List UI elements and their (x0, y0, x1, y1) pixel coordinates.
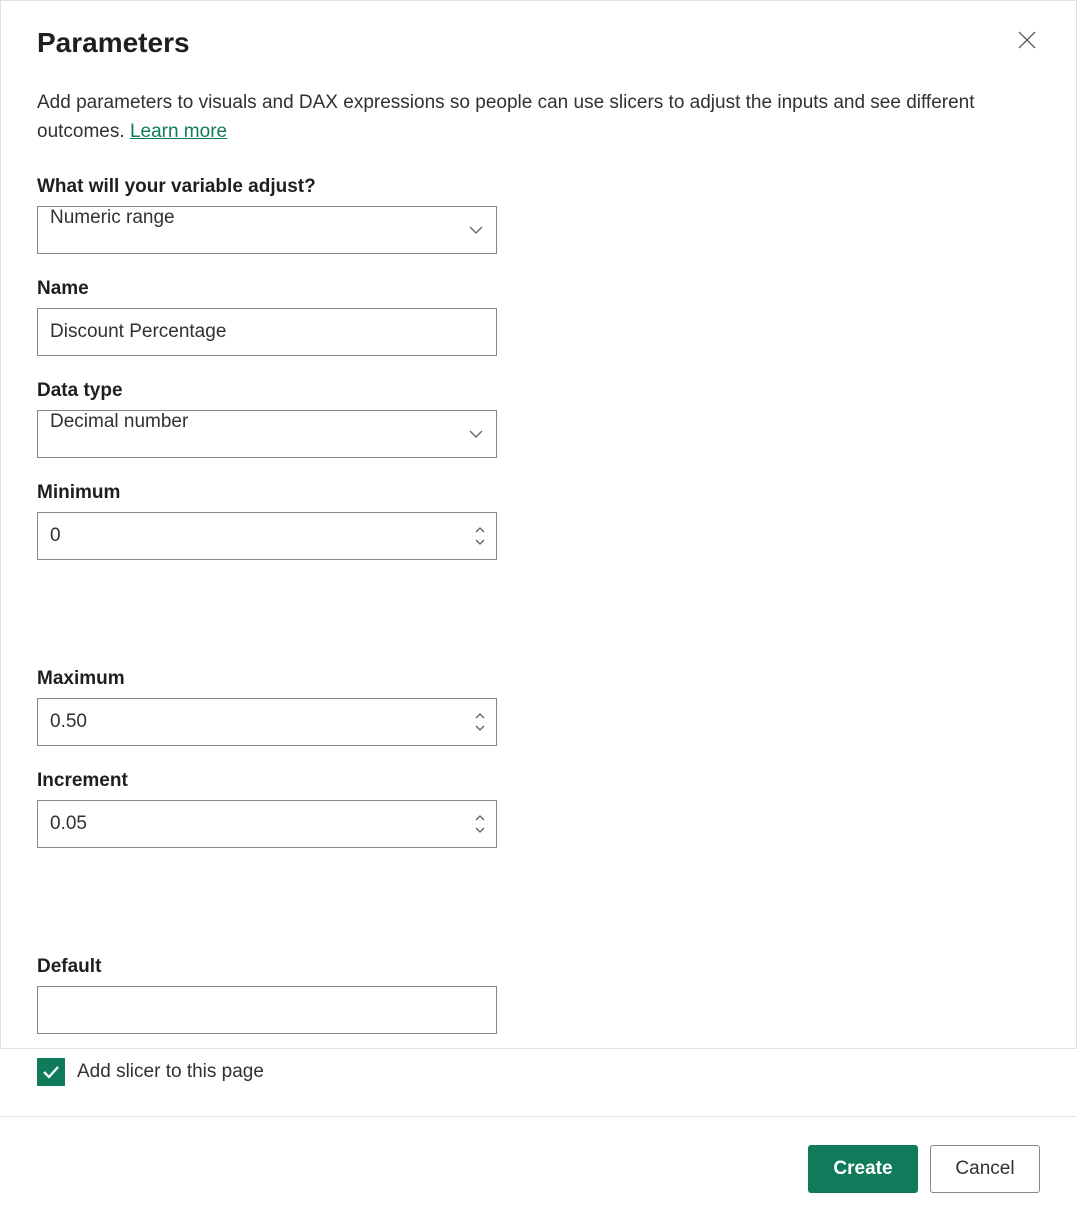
increment-default-row: Increment Default (37, 770, 1040, 1058)
field-data-type: Data type Decimal number (37, 380, 1040, 458)
data-type-value: Decimal number (38, 411, 456, 457)
dialog-description: Add parameters to visuals and DAX expres… (37, 89, 1017, 146)
cancel-button[interactable]: Cancel (930, 1145, 1040, 1193)
minimum-stepper[interactable] (470, 513, 496, 559)
increment-stepper[interactable] (470, 801, 496, 847)
maximum-input-wrap (37, 698, 497, 746)
minimum-input-wrap (37, 512, 497, 560)
form-area: What will your variable adjust? Numeric … (37, 176, 1040, 1096)
field-variable-adjust: What will your variable adjust? Numeric … (37, 176, 1040, 254)
data-type-select[interactable]: Decimal number (37, 410, 497, 458)
create-button[interactable]: Create (808, 1145, 918, 1193)
add-slicer-row: Add slicer to this page (37, 1058, 1040, 1086)
dialog-body: Parameters Add parameters to visuals and… (1, 1, 1076, 1116)
learn-more-link[interactable]: Learn more (130, 121, 227, 142)
name-input-wrap (37, 308, 497, 356)
chevron-up-icon (475, 527, 485, 534)
chevron-down-icon (456, 225, 496, 235)
dialog-title: Parameters (37, 27, 190, 59)
default-input-wrap (37, 986, 497, 1034)
minimum-label: Minimum (37, 482, 497, 504)
chevron-up-icon (475, 713, 485, 720)
minimum-input[interactable] (38, 513, 470, 559)
data-type-label: Data type (37, 380, 1040, 402)
add-slicer-checkbox[interactable] (37, 1058, 65, 1086)
dialog-footer: Create Cancel (1, 1116, 1076, 1221)
chevron-down-icon (475, 826, 485, 833)
name-input[interactable] (38, 309, 496, 355)
add-slicer-label: Add slicer to this page (77, 1061, 264, 1083)
min-max-row: Minimum Maximum (37, 482, 1040, 770)
parameters-dialog: Parameters Add parameters to visuals and… (0, 0, 1077, 1049)
field-name: Name (37, 278, 1040, 356)
dialog-header: Parameters (37, 27, 1040, 89)
name-label: Name (37, 278, 1040, 300)
variable-adjust-label: What will your variable adjust? (37, 176, 1040, 198)
maximum-stepper[interactable] (470, 699, 496, 745)
close-icon (1018, 31, 1036, 49)
checkmark-icon (42, 1065, 60, 1079)
field-increment: Increment (37, 770, 497, 848)
default-input[interactable] (38, 987, 496, 1033)
maximum-label: Maximum (37, 668, 497, 690)
chevron-down-icon (475, 538, 485, 545)
field-maximum: Maximum (37, 668, 497, 746)
maximum-input[interactable] (38, 699, 470, 745)
field-minimum: Minimum (37, 482, 497, 560)
chevron-up-icon (475, 815, 485, 822)
variable-adjust-select[interactable]: Numeric range (37, 206, 497, 254)
increment-input[interactable] (38, 801, 470, 847)
increment-input-wrap (37, 800, 497, 848)
chevron-down-icon (456, 429, 496, 439)
close-button[interactable] (1014, 27, 1040, 58)
default-label: Default (37, 956, 497, 978)
chevron-down-icon (475, 724, 485, 731)
increment-label: Increment (37, 770, 497, 792)
field-default: Default (37, 956, 497, 1034)
variable-adjust-value: Numeric range (38, 207, 456, 253)
